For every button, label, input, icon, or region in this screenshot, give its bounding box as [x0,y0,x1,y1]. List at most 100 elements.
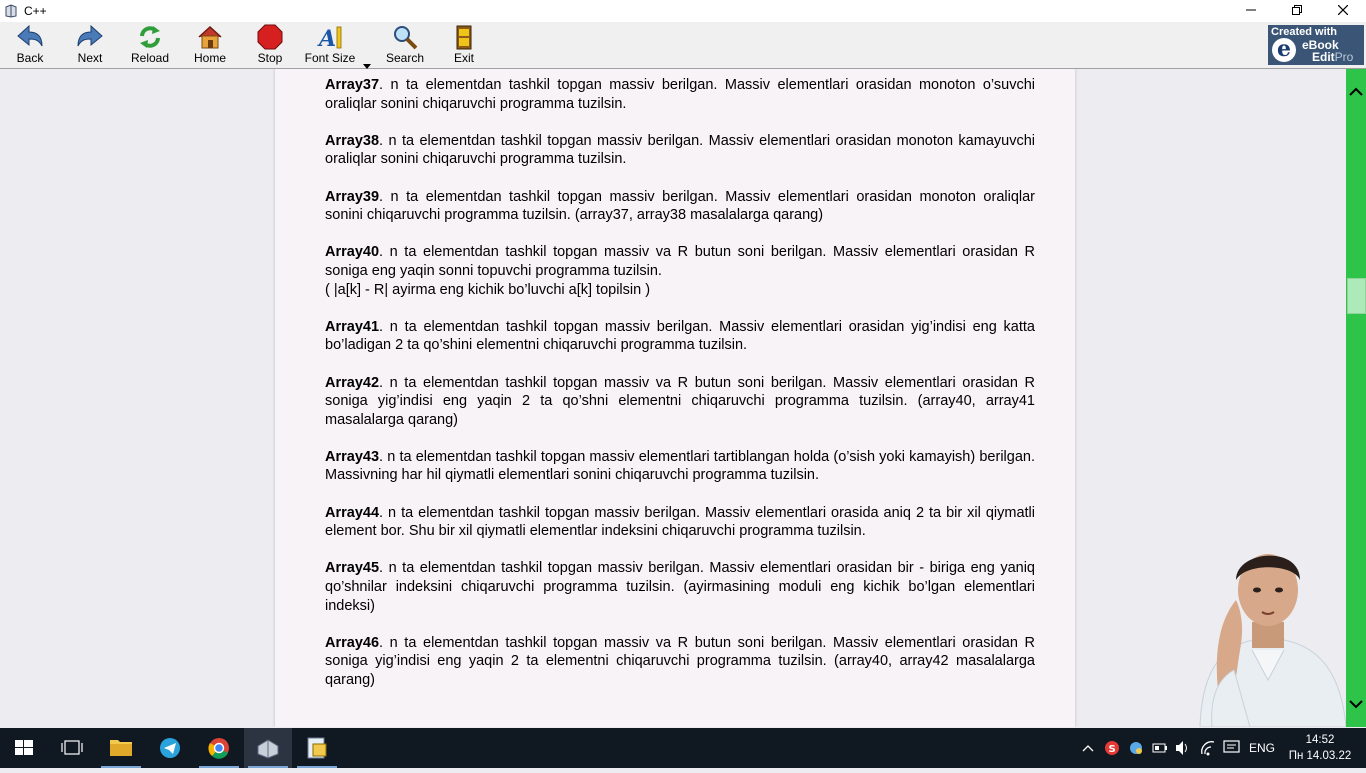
problem-id: Array45 [325,560,380,577]
speaker-icon [1176,741,1187,755]
presenter-webcam-overlay [1190,540,1346,727]
document-page: Array37. n ta elementdan tashkil topgan … [275,69,1075,727]
back-label: Back [16,51,44,65]
tray-clock[interactable]: 14:52 Пн 14.03.22 [1288,732,1352,764]
problem-hint: ( |a[k] - R| ayirma eng kichik bo’luvchi… [325,281,651,298]
close-icon [1337,4,1349,16]
problem-text: . n ta elementdan tashkil topgan massiv … [325,318,1035,354]
tray-overflow-button[interactable] [1080,728,1096,768]
close-button[interactable] [1320,0,1366,22]
svg-text:A: A [317,26,336,50]
problem-id: Array44 [325,504,380,521]
problem-array39: Array39. n ta elementdan tashkil topgan … [325,188,1035,225]
font-size-label: Font Size [304,51,356,65]
problem-id: Array38 [325,132,380,149]
taskbar-chrome[interactable] [195,728,243,768]
windows-taskbar: S ENG 14:52 Пн 14.03.22 [0,728,1366,768]
exit-button[interactable]: Exit [436,24,492,68]
clock-time: 14:52 [1305,734,1335,746]
taskbar-file-explorer[interactable] [97,728,145,768]
problem-array42: Array42. n ta elementdan tashkil topgan … [325,374,1035,430]
font-size-button[interactable]: A Font Size [302,24,358,68]
presenter-photo [1190,540,1346,727]
minimize-icon [1246,9,1256,11]
vertical-scrollbar[interactable] [1346,69,1366,727]
globe-icon [1130,742,1142,754]
window-title: C++ [24,4,47,18]
problem-id: Array40 [325,244,380,261]
problem-text: . n ta elementdan tashkil topgan massiv … [325,244,1035,279]
reload-button[interactable]: Reload [122,24,178,68]
start-button[interactable] [0,728,48,768]
tray-battery[interactable] [1150,728,1170,768]
telegram-icon [160,738,180,758]
problem-array43: Array43. n ta elementdan tashkil topgan … [325,448,1035,485]
reload-icon [140,26,160,48]
next-arrow-icon [77,24,103,47]
app-book-icon [5,4,17,18]
restore-button[interactable] [1274,0,1320,22]
scroll-up-button[interactable] [1346,80,1366,102]
battery-icon [1152,743,1167,753]
problem-text: . n ta elementdan tashkil topgan massiv … [325,504,1035,540]
stop-button[interactable]: Stop [242,24,298,68]
folder-icon [110,740,132,756]
back-button[interactable]: Back [2,24,58,68]
chrome-icon [208,738,229,759]
home-button[interactable]: Home [182,24,238,68]
tray-wifi[interactable] [1198,728,1218,768]
problem-array46: Array46. n ta elementdan tashkil topgan … [325,634,1035,690]
chevron-down-icon [1349,700,1363,709]
tray-notifications[interactable] [1221,728,1243,768]
problem-text: . n ta elementdan tashkil topgan massiv … [325,448,1035,484]
stop-icon [257,24,283,50]
logo-pro-text: Pro [1334,50,1354,64]
toolbar: Back Next Reload Home Stop A Font Size S… [0,22,1366,69]
tray-volume[interactable] [1173,728,1193,768]
logo-line3: EditPro [1312,50,1353,64]
problem-id: Array39 [325,188,380,205]
document-app-icon [307,737,327,759]
title-bar: C++ [0,0,1366,22]
minimize-button[interactable] [1228,0,1274,22]
problem-id: Array46 [325,634,380,651]
problem-id: Array41 [325,318,380,335]
problem-array44: Array44. n ta elementdan tashkil topgan … [325,504,1035,541]
document-viewport[interactable]: Array37. n ta elementdan tashkil topgan … [0,69,1346,727]
chevron-up-icon [1082,745,1094,752]
restore-icon [1292,5,1302,15]
problem-id: Array42 [325,374,380,391]
tray-app-s[interactable]: S [1102,728,1122,768]
scrollbar-thumb[interactable] [1347,278,1366,314]
logo-edit-text: Edit [1312,50,1335,64]
problem-list: Array37. n ta elementdan tashkil topgan … [325,69,1035,708]
taskbar-telegram[interactable] [146,728,194,768]
search-button[interactable]: Search [377,24,433,68]
problem-text: . n ta elementdan tashkil topgan massiv … [325,132,1035,168]
next-label: Next [77,51,103,65]
stop-label: Stop [257,51,283,65]
tray-network-globe[interactable] [1126,728,1146,768]
problem-text: . n ta elementdan tashkil topgan massiv … [325,77,1035,112]
problem-array38: Array38. n ta elementdan tashkil topgan … [325,132,1035,169]
task-view-button[interactable] [48,728,96,768]
problem-array40: Array40. n ta elementdan tashkil topgan … [325,243,1035,299]
search-label: Search [385,51,425,65]
problem-text: . n ta elementdan tashkil topgan massiv … [325,634,1035,688]
ebook-app-icon [257,739,279,759]
taskbar-document-app[interactable] [293,728,341,768]
back-arrow-icon [17,24,43,47]
exit-label: Exit [453,51,474,65]
windows-logo-icon [15,740,33,755]
taskbar-ebook-app[interactable] [244,728,292,768]
exit-door-icon [456,25,472,50]
tray-language[interactable]: ENG [1249,728,1277,768]
problem-id: Array37 [325,77,380,93]
scroll-down-button[interactable] [1346,694,1366,716]
home-icon [198,25,222,49]
svg-text:S: S [1109,744,1116,755]
problem-array37: Array37. n ta elementdan tashkil topgan … [325,76,1035,113]
next-button[interactable]: Next [62,24,118,68]
chat-bubble-icon [1223,740,1240,753]
problem-text: . n ta elementdan tashkil topgan massiv … [325,374,1035,428]
